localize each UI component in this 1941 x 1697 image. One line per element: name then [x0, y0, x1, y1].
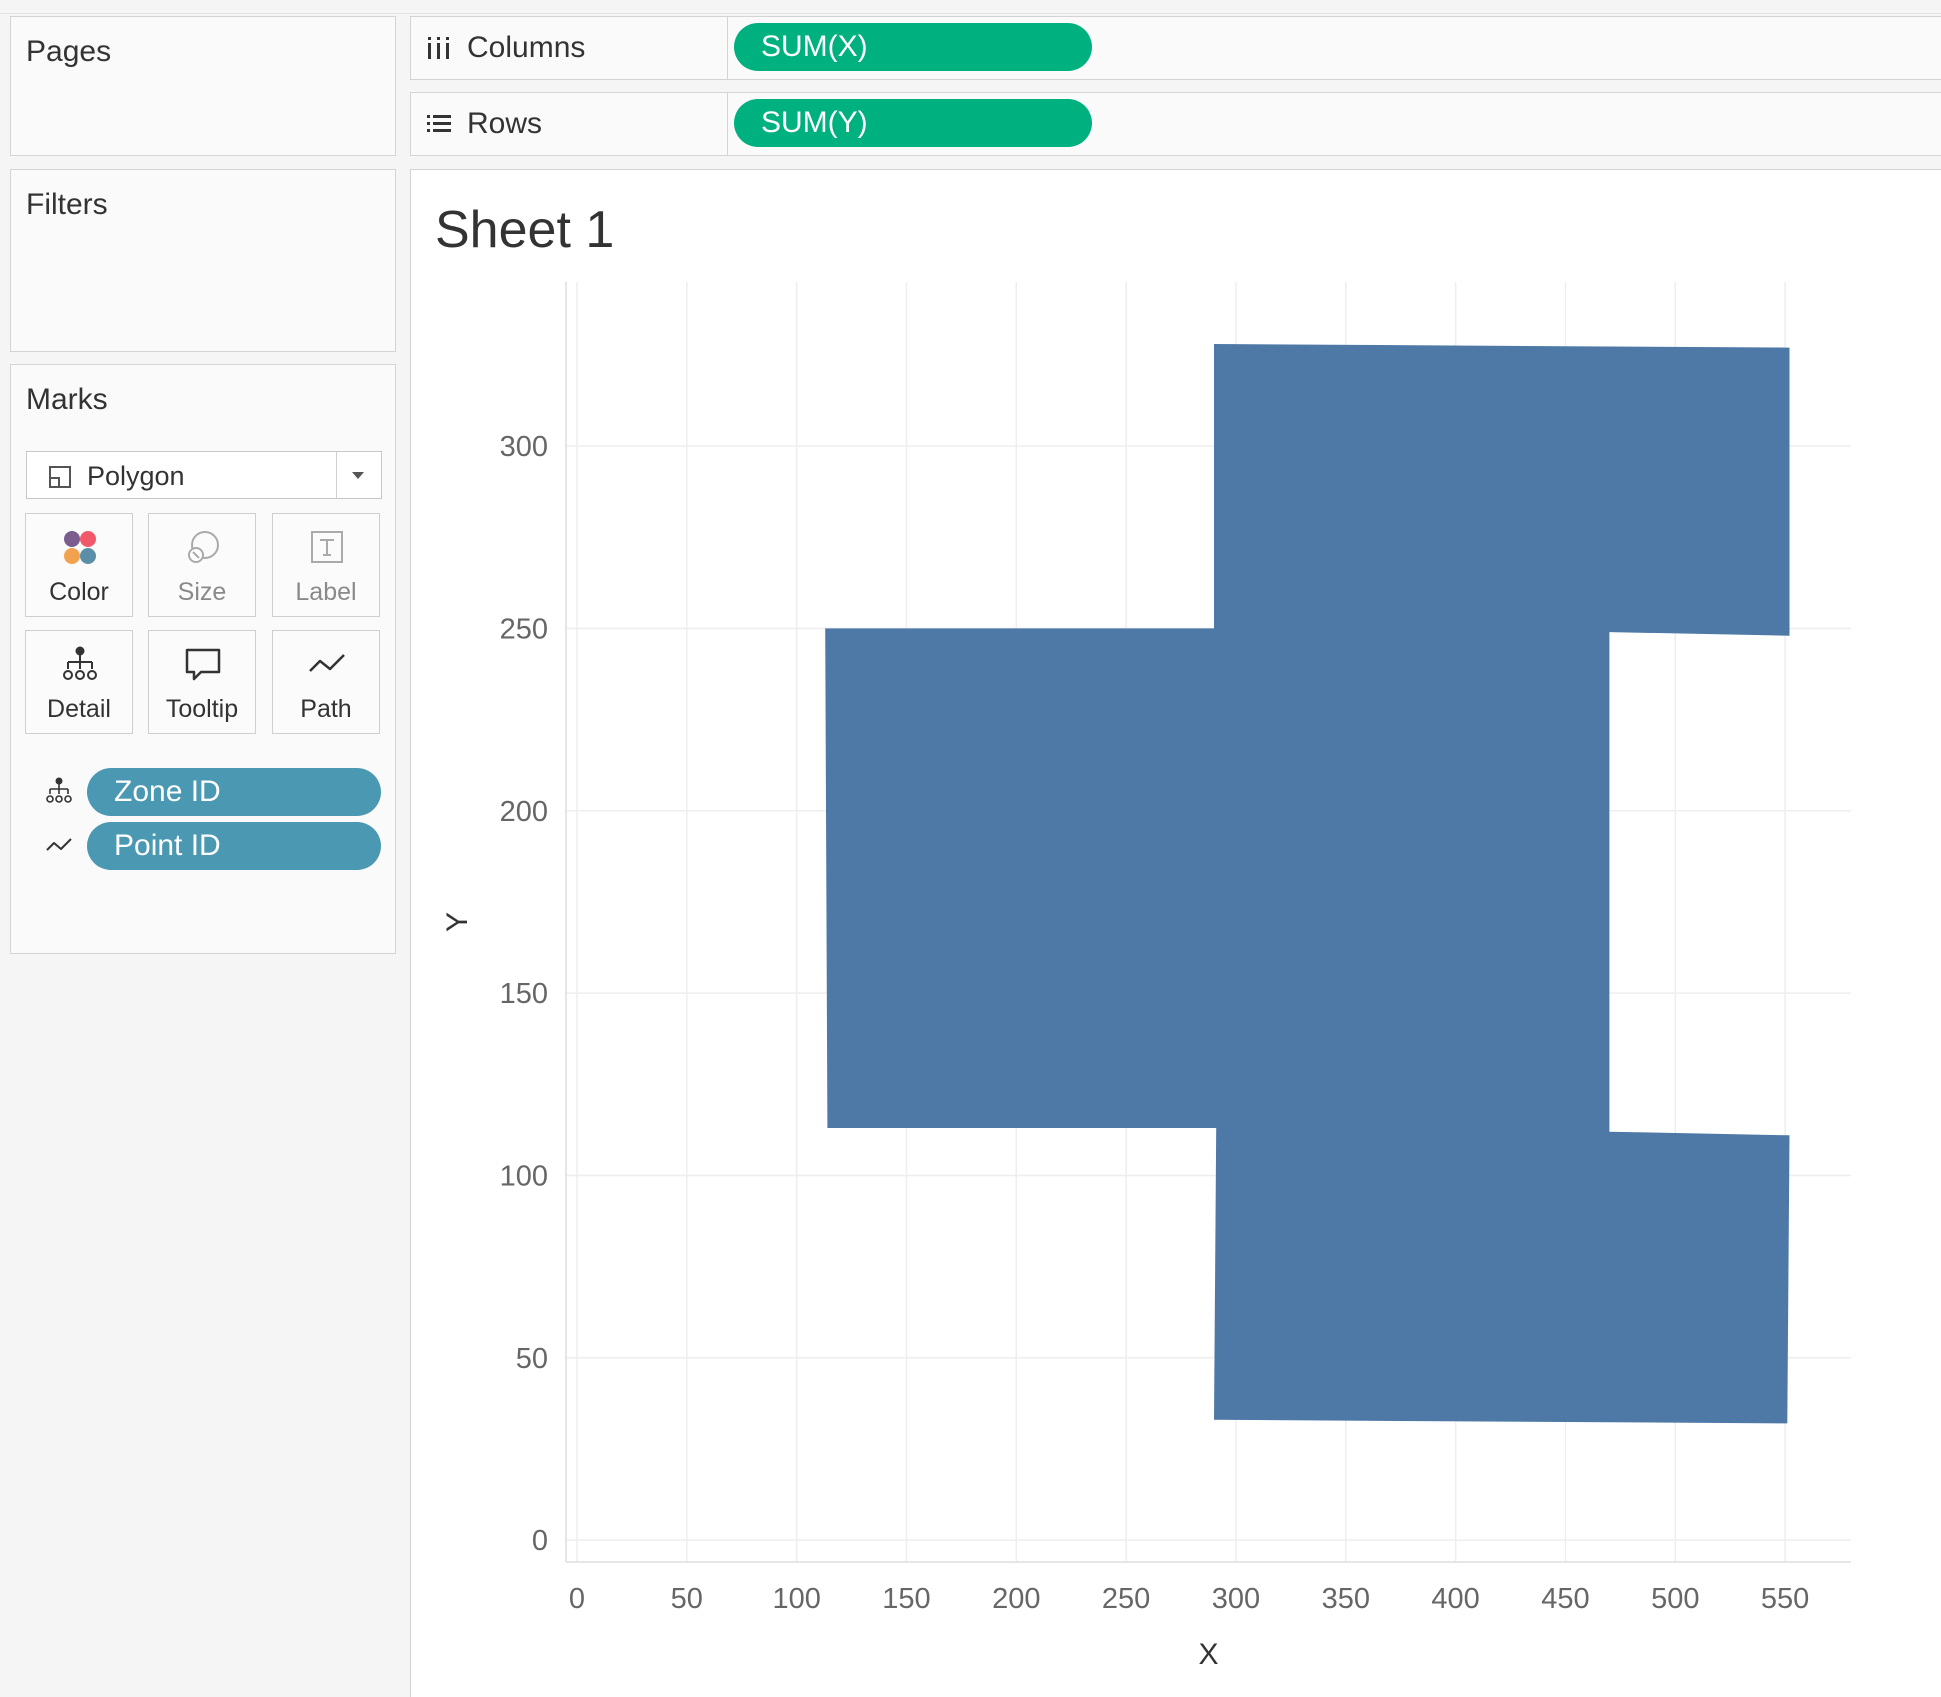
x-tick-label: 50 — [671, 1583, 703, 1615]
rows-shelf[interactable]: Rows SUM(Y) — [410, 92, 1941, 156]
y-tick-label: 50 — [516, 1343, 548, 1375]
polygon-mark — [825, 344, 1790, 1424]
x-axis-title: X — [1198, 1638, 1218, 1671]
path-button[interactable]: Path — [272, 630, 380, 734]
detail-button[interactable]: Detail — [25, 630, 133, 734]
tooltip-speech-bubble-icon — [185, 648, 221, 681]
detail-hierarchy-icon — [46, 777, 72, 803]
path-line-icon — [309, 654, 345, 672]
columns-icon — [428, 37, 449, 59]
top-strip — [0, 0, 1941, 14]
x-tick-label: 550 — [1761, 1583, 1809, 1615]
label-text-icon — [311, 531, 343, 563]
detail-button-label: Detail — [47, 695, 111, 723]
rows-label: Rows — [467, 107, 543, 140]
worksheet-view: Sheet 1 0 50 100 150 200 250 300 350 400 450 500 55… — [410, 169, 1941, 1697]
chevron-down-icon[interactable] — [348, 465, 368, 485]
color-button-label: Color — [49, 578, 109, 606]
label-button-label: Label — [295, 578, 357, 606]
pages-card[interactable]: Pages — [10, 16, 396, 156]
x-tick-label: 300 — [1212, 1583, 1260, 1615]
columns-label: Columns — [467, 31, 586, 64]
y-tick-label: 200 — [500, 796, 548, 828]
y-tick-label: 0 — [532, 1525, 548, 1557]
x-tick-label: 450 — [1541, 1583, 1589, 1615]
chart-canvas[interactable]: 0 50 100 150 200 250 300 350 400 450 500 550 0 50 100 1… — [411, 170, 1941, 1697]
polygon-icon — [49, 466, 71, 488]
x-tick-label: 200 — [992, 1583, 1040, 1615]
tooltip-button[interactable]: Tooltip — [148, 630, 256, 734]
path-line-icon — [46, 838, 72, 851]
x-tick-label: 350 — [1322, 1583, 1370, 1615]
color-palette-icon — [64, 531, 96, 564]
sum-y-pill[interactable]: SUM(Y) — [734, 99, 1092, 147]
tooltip-button-label: Tooltip — [165, 695, 239, 723]
marks-card: Marks Polygon Color Size Label Detail To… — [10, 364, 396, 954]
y-tick-label: 150 — [500, 978, 548, 1010]
filters-title: Filters — [26, 188, 108, 221]
mark-type-dropdown[interactable]: Polygon — [26, 451, 382, 499]
label-button[interactable]: Label — [272, 513, 380, 617]
color-button[interactable]: Color — [25, 513, 133, 617]
size-button-label: Size — [177, 578, 227, 606]
size-button[interactable]: Size — [148, 513, 256, 617]
pages-title: Pages — [26, 35, 112, 68]
sum-x-pill[interactable]: SUM(X) — [734, 23, 1092, 71]
point-id-pill[interactable]: Point ID — [87, 822, 381, 870]
size-icon — [188, 531, 219, 563]
zone-id-pill[interactable]: Zone ID — [87, 768, 381, 816]
x-tick-label: 0 — [569, 1583, 585, 1615]
x-tick-label: 500 — [1651, 1583, 1699, 1615]
filters-card[interactable]: Filters — [10, 169, 396, 352]
detail-hierarchy-icon — [63, 646, 97, 680]
rows-shelf-header: Rows — [411, 93, 728, 155]
mark-type-label: Polygon — [87, 461, 185, 491]
x-tick-label: 150 — [882, 1583, 930, 1615]
x-tick-label: 400 — [1431, 1583, 1479, 1615]
y-tick-label: 250 — [500, 613, 548, 645]
y-axis-title: Y — [441, 912, 474, 932]
x-tick-label: 100 — [772, 1583, 820, 1615]
columns-shelf[interactable]: Columns SUM(X) — [410, 16, 1941, 80]
x-tick-label: 250 — [1102, 1583, 1150, 1615]
path-button-label: Path — [300, 695, 352, 723]
dropdown-separator — [336, 452, 337, 498]
y-tick-label: 100 — [500, 1160, 548, 1192]
y-tick-label: 300 — [500, 431, 548, 463]
marks-title: Marks — [26, 383, 108, 416]
rows-icon — [427, 115, 451, 132]
columns-shelf-header: Columns — [411, 17, 728, 79]
